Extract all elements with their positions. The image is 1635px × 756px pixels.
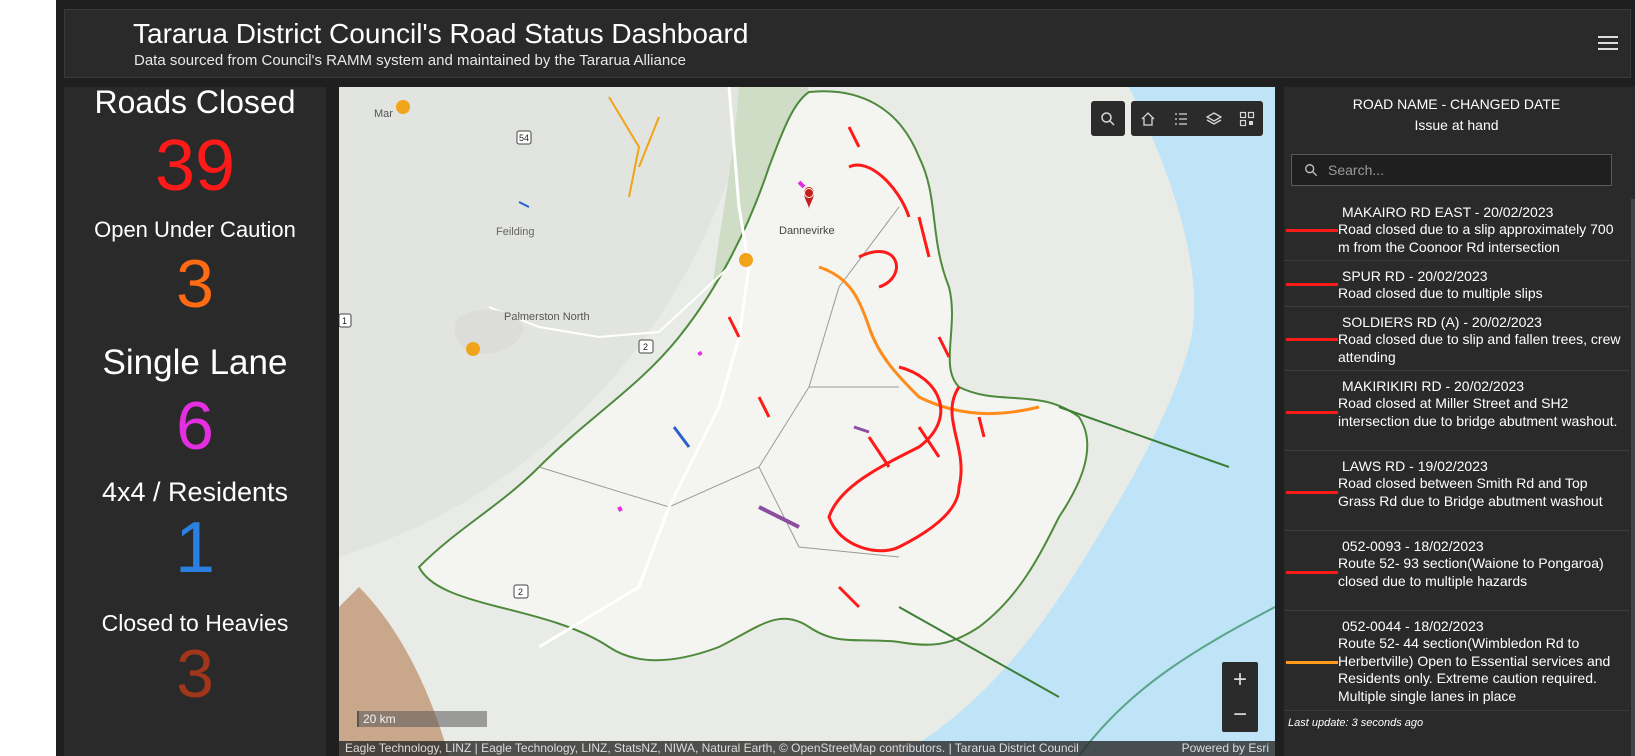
list-item-desc: Road closed between Smith Rd and Top Gra… — [1338, 475, 1603, 509]
search-input[interactable] — [1328, 155, 1608, 185]
route-shield-54: 54 — [519, 133, 529, 143]
list-item-title: MAKIRIKIRI RD - 20/02/2023 — [1342, 378, 1525, 394]
search-icon — [1305, 164, 1318, 177]
list-item[interactable]: 052-0044 - 18/02/2023 Route 52- 44 secti… — [1284, 611, 1629, 711]
place-label-feilding: Feilding — [496, 226, 535, 238]
status-swatch — [1286, 661, 1338, 664]
list-item-desc: Road closed at Miller Street and SH2 int… — [1338, 395, 1618, 429]
list-item[interactable]: SOLDIERS RD (A) - 20/02/2023 Road closed… — [1284, 307, 1629, 371]
place-label-dannevirke: Dannevirke — [779, 225, 835, 237]
stat-value-4x4-residents: 1 — [174, 508, 216, 588]
attribution-text: Eagle Technology, LINZ | Eagle Technolog… — [345, 741, 1079, 755]
page-title: Tararua District Council's Road Status D… — [133, 18, 749, 49]
list-item-title: LAWS RD - 19/02/2023 — [1342, 458, 1488, 474]
stats-panel: Roads Closed 39 Open Under Caution 3 Sin… — [64, 87, 326, 756]
dashboard-app: Tararua District Council's Road Status D… — [56, 0, 1635, 756]
list-item[interactable]: 052-0093 - 18/02/2023 Route 52- 93 secti… — [1284, 531, 1629, 611]
road-status-list: MAKAIRO RD EAST - 20/02/2023 Road closed… — [1284, 197, 1629, 756]
status-swatch — [1286, 338, 1338, 341]
road-map[interactable]: Feilding Dannevirke Palmerston North Mar… — [339, 87, 1275, 756]
stat-label-closed-to-heavies: Closed to Heavies — [101, 610, 289, 636]
stat-label-4x4-residents: 4x4 / Residents — [101, 477, 289, 507]
stat-value-open-under-caution: 3 — [176, 246, 214, 322]
map-attribution: Eagle Technology, LINZ | Eagle Technolog… — [339, 741, 1275, 756]
zoom-out-button[interactable]: − — [1222, 697, 1258, 732]
place-label-palmerston-north: Palmerston North — [504, 311, 590, 323]
zoom-control: + − — [1222, 662, 1258, 732]
route-shield-2-a: 2 — [643, 342, 648, 352]
stat-value-closed-to-heavies: 3 — [176, 636, 214, 712]
status-swatch — [1286, 491, 1338, 494]
status-swatch — [1286, 283, 1338, 286]
stat-value-roads-closed: 39 — [154, 126, 236, 206]
road-status-list-panel: ROAD NAME - CHANGED DATE Issue at hand M… — [1284, 87, 1635, 756]
list-item-title: MAKAIRO RD EAST - 20/02/2023 — [1342, 204, 1554, 220]
list-item[interactable]: SPUR RD - 20/02/2023 Road closed due to … — [1284, 261, 1629, 307]
stat-label-open-under-caution: Open Under Caution — [94, 217, 296, 242]
scale-bar: 20 km — [357, 711, 487, 727]
zoom-in-button[interactable]: + — [1222, 662, 1258, 697]
list-item-title: 052-0044 - 18/02/2023 — [1342, 618, 1484, 634]
status-swatch — [1286, 571, 1338, 574]
route-shield-1: 1 — [342, 316, 347, 326]
list-item-title: SPUR RD - 20/02/2023 — [1342, 268, 1488, 284]
scale-label: 20 km — [363, 712, 396, 726]
page-subtitle: Data sourced from Council's RAMM system … — [134, 52, 687, 69]
status-swatch — [1286, 229, 1338, 232]
list-item-desc: Road closed due to a slip approximately … — [1338, 221, 1614, 255]
stat-label-single-lane: Single Lane — [102, 343, 288, 382]
legend-icon[interactable] — [1164, 101, 1197, 136]
stat-value-single-lane: 6 — [176, 388, 214, 464]
list-item-title: 052-0093 - 18/02/2023 — [1342, 538, 1484, 554]
qr-icon[interactable] — [1230, 101, 1263, 136]
list-item-desc: Route 52- 44 section(Wimbledon Rd to Her… — [1338, 635, 1611, 704]
list-header-road-name: ROAD NAME - CHANGED DATE — [1352, 96, 1561, 112]
route-shield-2-b: 2 — [518, 587, 523, 597]
list-scrollbar[interactable] — [1631, 199, 1635, 756]
list-item[interactable]: MAKIRIKIRI RD - 20/02/2023 Road closed a… — [1284, 371, 1629, 451]
place-label-mar: Mar — [374, 108, 393, 120]
layers-icon[interactable] — [1197, 101, 1230, 136]
home-icon[interactable] — [1131, 101, 1164, 136]
list-item-desc: Road closed due to multiple slips — [1338, 285, 1543, 301]
status-swatch — [1286, 411, 1338, 414]
list-header-issue: Issue at hand — [1414, 117, 1499, 133]
list-item-title: SOLDIERS RD (A) - 20/02/2023 — [1342, 314, 1542, 330]
header: Tararua District Council's Road Status D… — [64, 9, 1631, 78]
map-search-toolbar — [1091, 101, 1125, 136]
menu-icon[interactable] — [1598, 32, 1620, 54]
basemap: Feilding Dannevirke Palmerston North Mar… — [339, 87, 1275, 756]
list-search-box — [1291, 154, 1612, 186]
search-icon[interactable] — [1091, 101, 1125, 136]
map-widget-toolbar — [1131, 101, 1263, 136]
last-update-text: Last update: 3 seconds ago — [1288, 717, 1424, 729]
stat-label-roads-closed: Roads Closed — [94, 87, 296, 120]
list-item[interactable]: MAKAIRO RD EAST - 20/02/2023 Road closed… — [1284, 197, 1629, 261]
list-item[interactable]: LAWS RD - 19/02/2023 Road closed between… — [1284, 451, 1629, 531]
list-item-desc: Route 52- 93 section(Waione to Pongaroa)… — [1338, 555, 1604, 589]
list-item-desc: Road closed due to slip and fallen trees… — [1338, 331, 1621, 365]
powered-by-esri-link[interactable]: Powered by Esri — [1182, 741, 1269, 756]
